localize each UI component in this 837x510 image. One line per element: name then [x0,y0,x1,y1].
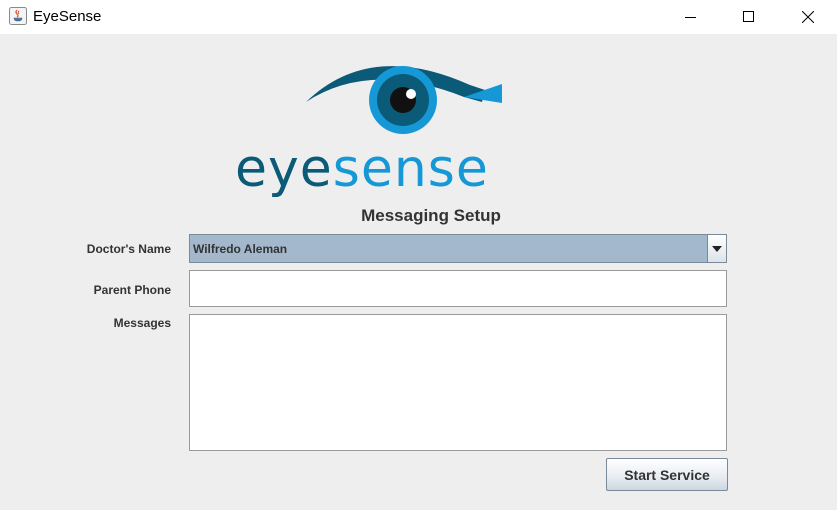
close-button[interactable] [785,0,831,34]
title-bar: EyeSense [0,0,837,34]
minimize-button[interactable] [668,0,714,34]
page-title: Messaging Setup [361,206,501,225]
close-icon [802,11,814,23]
parent-phone-input[interactable] [189,270,727,307]
doctor-name-selected: Wilfredo Aleman [193,242,288,256]
messages-label: Messages [113,316,171,330]
start-service-button[interactable]: Start Service [606,458,728,491]
doctor-name-dropdown[interactable]: Wilfredo Aleman [189,234,727,263]
maximize-button[interactable] [726,0,772,34]
doctor-name-label: Doctor's Name [86,242,171,256]
java-app-icon [9,7,27,25]
messages-textarea[interactable] [189,314,727,451]
logo-wordmark: eyesense [235,139,489,199]
eye-logo-icon: eyesense [235,66,502,199]
window-title: EyeSense [33,8,102,25]
chevron-down-icon [712,245,722,252]
dropdown-arrow-button[interactable] [707,235,726,262]
maximize-icon [743,11,754,22]
eyesense-logo: eyesense [230,50,590,200]
parent-phone-label: Parent Phone [93,283,171,297]
minimize-icon [685,17,696,18]
